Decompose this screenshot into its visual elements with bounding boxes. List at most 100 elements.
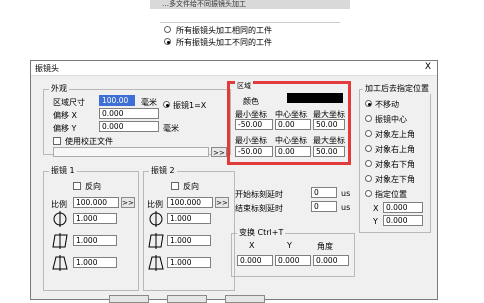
different-workpiece-radio[interactable] bbox=[164, 38, 171, 45]
area-size-input[interactable]: 100.00 bbox=[99, 95, 135, 106]
end-delay-unit: us bbox=[341, 203, 351, 212]
position-option-label: 对象右上角 bbox=[375, 145, 415, 154]
transform-angle-input[interactable]: 0.000 bbox=[313, 255, 349, 266]
parallelogram-icon bbox=[52, 233, 68, 249]
same-workpiece-label: 所有振镜头加工相同的工件 bbox=[176, 26, 272, 35]
position-option-label: 对象左下角 bbox=[375, 175, 415, 184]
mirror2-value1-input[interactable]: 1.000 bbox=[167, 213, 211, 224]
mirror-x-label: 振镜1=X bbox=[173, 101, 207, 110]
mirror1-value1-input[interactable]: 1.000 bbox=[73, 213, 117, 224]
position-option-radio[interactable] bbox=[365, 190, 372, 197]
mirror2-reverse-checkbox[interactable] bbox=[171, 182, 179, 190]
position-option-label: 对象左上角 bbox=[375, 130, 415, 139]
transform-group-label: 变换 Ctrl+T bbox=[237, 227, 286, 238]
transform-y-input[interactable]: 0.000 bbox=[275, 255, 311, 266]
partial-option-label: …多文件给不同振镜头加工 bbox=[162, 0, 246, 8]
mirror1-ratio-button[interactable]: >> bbox=[121, 197, 135, 208]
transform-x-label: X bbox=[249, 241, 255, 250]
area-group-label: 区域 bbox=[235, 81, 253, 91]
position-option[interactable]: 对象左下角 bbox=[365, 172, 429, 187]
area-unit: 毫米 bbox=[141, 98, 157, 107]
position-y-input[interactable]: 0.000 bbox=[383, 215, 423, 226]
start-delay-label: 开始标刻延时 bbox=[235, 190, 283, 199]
position-option[interactable]: 对象右上角 bbox=[365, 142, 429, 157]
y-min-label: 最小坐标 bbox=[235, 136, 267, 145]
position-group-label: 加工后去指定位置 bbox=[363, 83, 431, 94]
mirror1-reverse-label: 反向 bbox=[85, 182, 101, 191]
parallelogram-icon bbox=[148, 233, 164, 249]
position-option-label: 不移动 bbox=[375, 100, 399, 109]
circle-line-icon bbox=[149, 211, 163, 227]
position-option[interactable]: 不移动 bbox=[365, 97, 429, 112]
position-option-label: 对象右下角 bbox=[375, 160, 415, 169]
outline-group-label: 外观 bbox=[49, 83, 69, 94]
mirror1-reverse-checkbox[interactable] bbox=[73, 182, 81, 190]
offset-y-unit: 毫米 bbox=[163, 124, 179, 133]
offset-x-input[interactable]: 0.000 bbox=[99, 108, 159, 119]
position-x-label: X bbox=[373, 204, 379, 213]
offset-y-input[interactable]: 0.000 bbox=[99, 121, 159, 132]
calibration-browse-button[interactable]: >> bbox=[211, 147, 227, 157]
mirror2-value3-input[interactable]: 1.000 bbox=[167, 257, 211, 268]
end-delay-label: 结束标刻延时 bbox=[235, 204, 283, 213]
position-option-radio[interactable] bbox=[365, 160, 372, 167]
offset-y-label: 偏移 Y bbox=[53, 124, 77, 133]
offset-x-label: 偏移 X bbox=[53, 111, 78, 120]
position-option-radio[interactable] bbox=[365, 175, 372, 182]
mirror1-ratio-input[interactable]: 100.000 bbox=[73, 197, 119, 208]
position-option-label: 指定位置 bbox=[375, 190, 407, 199]
color-label: 颜色 bbox=[243, 97, 259, 106]
transform-y-label: Y bbox=[287, 241, 292, 250]
position-options: 不移动振镜中心对象左上角对象右上角对象右下角对象左下角指定位置 bbox=[365, 97, 429, 202]
same-workpiece-radio[interactable] bbox=[164, 26, 171, 33]
mirror1-value3-input[interactable]: 1.000 bbox=[73, 257, 117, 268]
x-center-input[interactable]: 0.00 bbox=[275, 119, 311, 130]
mirror2-ratio-input[interactable]: 100.000 bbox=[167, 197, 213, 208]
position-option[interactable]: 振镜中心 bbox=[365, 112, 429, 127]
x-max-input[interactable]: 50.00 bbox=[313, 119, 345, 130]
divider bbox=[160, 22, 340, 23]
end-delay-input[interactable]: 0 bbox=[311, 201, 337, 212]
start-delay-input[interactable]: 0 bbox=[311, 187, 337, 198]
y-center-input[interactable]: 0.00 bbox=[275, 146, 311, 157]
y-max-label: 最大坐标 bbox=[313, 136, 345, 145]
bottom-button-1[interactable] bbox=[109, 295, 149, 303]
mirror2-reverse-label: 反向 bbox=[183, 182, 199, 191]
mirror1-ratio-label: 比例 bbox=[51, 200, 67, 209]
position-option-radio[interactable] bbox=[365, 100, 372, 107]
close-icon[interactable]: X bbox=[425, 62, 431, 72]
position-option-radio[interactable] bbox=[365, 115, 372, 122]
mirror-x-radio[interactable] bbox=[163, 101, 170, 108]
y-min-input[interactable]: -50.00 bbox=[235, 146, 273, 157]
area-size-label: 区域尺寸 bbox=[53, 98, 85, 107]
window-title: 振镜头 bbox=[35, 64, 59, 73]
calibration-checkbox[interactable] bbox=[53, 137, 61, 145]
position-option-radio[interactable] bbox=[365, 145, 372, 152]
mirror1-value2-input[interactable]: 1.000 bbox=[73, 235, 117, 246]
y-max-input[interactable]: 50.00 bbox=[313, 146, 345, 157]
x-min-input[interactable]: -50.00 bbox=[235, 119, 273, 130]
title-bar: 振镜头 X bbox=[31, 61, 437, 76]
position-option[interactable]: 对象左上角 bbox=[365, 127, 429, 142]
position-option-radio[interactable] bbox=[365, 130, 372, 137]
transform-angle-label: 角度 bbox=[317, 242, 333, 251]
mirror2-value2-input[interactable]: 1.000 bbox=[167, 235, 211, 246]
position-x-input[interactable]: 0.000 bbox=[383, 202, 423, 213]
position-option[interactable]: 对象右下角 bbox=[365, 157, 429, 172]
position-y-label: Y bbox=[373, 217, 378, 226]
mirror2-group-label: 振镜 2 bbox=[149, 165, 177, 176]
circle-line-icon bbox=[53, 211, 67, 227]
transform-x-input[interactable]: 0.000 bbox=[237, 255, 273, 266]
area-color-swatch[interactable] bbox=[287, 93, 343, 103]
mirror2-ratio-button[interactable]: >> bbox=[215, 197, 229, 208]
bottom-button-3[interactable] bbox=[225, 295, 265, 303]
option-card: …多文件给不同振镜头加工 所有振镜头加工相同的工件 所有振镜头加工不同的工件 bbox=[150, 0, 350, 48]
galvo-head-dialog: 振镜头 X 外观 区域尺寸 100.00 毫米 偏移 X 0.000 偏移 Y … bbox=[30, 60, 438, 303]
calibration-file-field[interactable] bbox=[53, 147, 209, 157]
mirror2-ratio-label: 比例 bbox=[147, 200, 163, 209]
trapezoid-icon bbox=[52, 255, 68, 271]
bottom-button-2[interactable] bbox=[167, 295, 207, 303]
position-option[interactable]: 指定位置 bbox=[365, 187, 429, 202]
position-option-label: 振镜中心 bbox=[375, 115, 407, 124]
different-workpiece-label: 所有振镜头加工不同的工件 bbox=[176, 38, 272, 47]
